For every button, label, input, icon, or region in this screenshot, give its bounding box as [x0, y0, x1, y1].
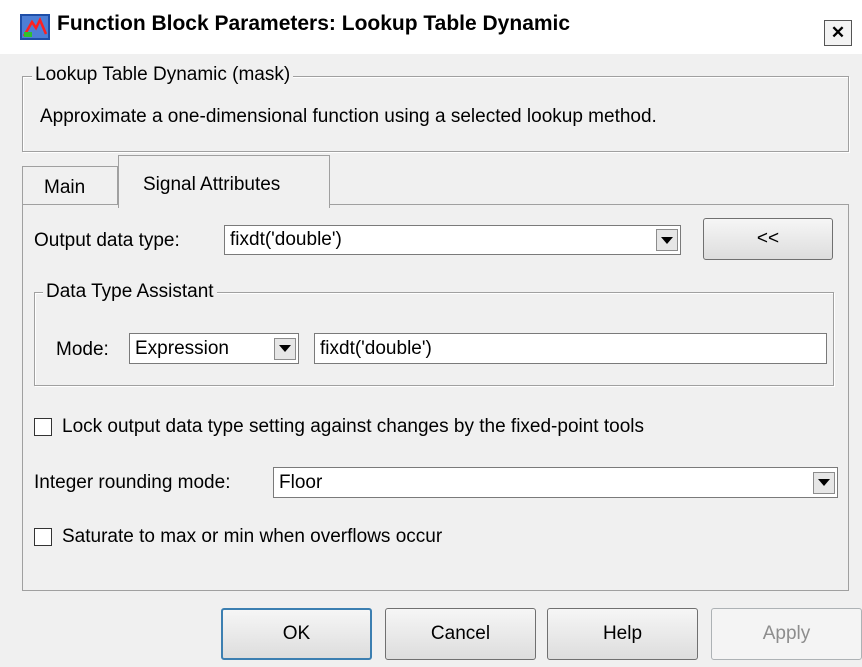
- hide-assistant-button[interactable]: <<: [703, 218, 833, 260]
- chevron-down-icon[interactable]: [656, 229, 678, 251]
- output-data-type-value: fixdt('double'): [230, 229, 342, 250]
- rounding-mode-label: Integer rounding mode:: [34, 472, 231, 493]
- simulink-block-icon: [20, 14, 50, 40]
- chevron-down-icon[interactable]: [813, 471, 835, 494]
- window-title: Function Block Parameters: Lookup Table …: [57, 12, 571, 35]
- ok-button[interactable]: OK: [221, 608, 372, 660]
- help-button[interactable]: Help: [547, 608, 698, 660]
- output-data-type-label: Output data type:: [34, 230, 180, 251]
- rounding-mode-value: Floor: [279, 471, 323, 493]
- tab-signal-attributes[interactable]: Signal Attributes: [118, 155, 330, 208]
- expression-input[interactable]: fixdt('double'): [314, 333, 827, 364]
- mask-legend: Lookup Table Dynamic (mask): [32, 64, 294, 86]
- expression-value: fixdt('double'): [320, 337, 432, 359]
- rounding-mode-combo[interactable]: Floor: [273, 467, 838, 498]
- lock-output-checkbox[interactable]: [34, 418, 52, 436]
- close-icon: ✕: [830, 23, 846, 42]
- data-type-assistant-legend: Data Type Assistant: [43, 281, 217, 303]
- close-button[interactable]: ✕: [824, 20, 852, 46]
- mode-combo[interactable]: Expression: [129, 333, 299, 364]
- output-data-type-combo[interactable]: fixdt('double'): [224, 225, 681, 255]
- saturate-label[interactable]: Saturate to max or min when overflows oc…: [62, 526, 442, 548]
- lock-output-label[interactable]: Lock output data type setting against ch…: [62, 416, 644, 438]
- tab-signal-attributes-label: Signal Attributes: [143, 174, 281, 195]
- mode-label: Mode:: [56, 339, 109, 360]
- chevron-down-icon[interactable]: [274, 337, 296, 360]
- cancel-button[interactable]: Cancel: [385, 608, 536, 660]
- tab-main[interactable]: Main: [22, 166, 118, 207]
- apply-button[interactable]: Apply: [711, 608, 862, 660]
- tab-main-label: Main: [44, 177, 86, 198]
- saturate-checkbox[interactable]: [34, 528, 52, 546]
- mask-description: Approximate a one-dimensional function u…: [40, 106, 657, 127]
- title-bar: Function Block Parameters: Lookup Table …: [0, 0, 862, 54]
- mode-value: Expression: [135, 337, 229, 359]
